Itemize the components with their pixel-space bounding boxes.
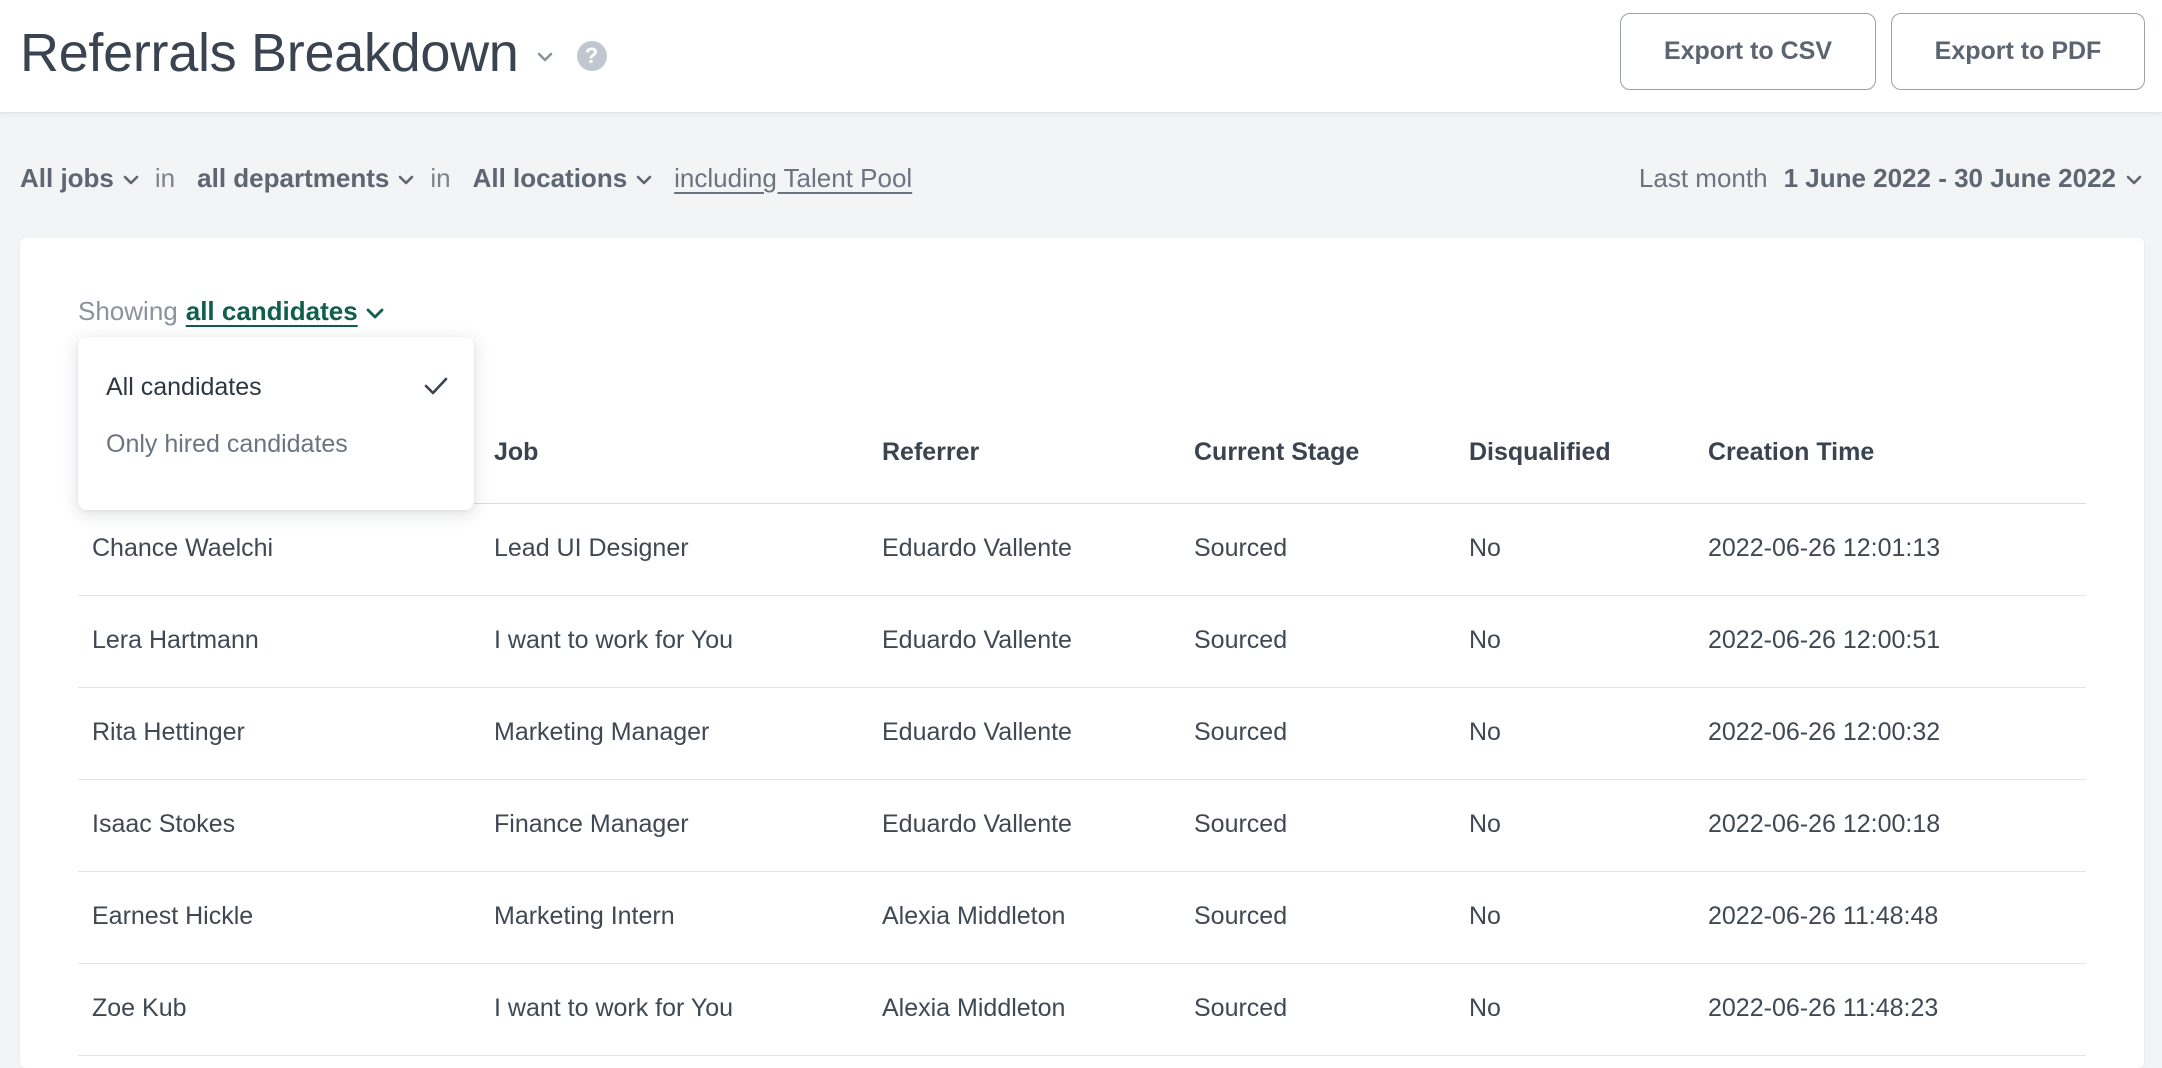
chevron-down-icon (123, 175, 139, 185)
creation-time-cell: 2022-06-26 12:00:51 (1708, 626, 1941, 654)
disqualified-cell: No (1469, 718, 1501, 746)
candidate-name[interactable]: Zoe Kub (92, 994, 187, 1023)
export-csv-button[interactable]: Export to CSV (1620, 13, 1876, 90)
page-title: Referrals Breakdown (20, 23, 519, 83)
chevron-down-icon (366, 308, 384, 319)
referrer-cell: Eduardo Vallente (882, 534, 1072, 562)
table-row[interactable]: Lera Hartmann I want to work for You Edu… (78, 596, 2086, 688)
disqualified-cell: No (1469, 902, 1501, 930)
candidates-filter-dropdown: All candidates Only hired candidates (78, 337, 474, 510)
column-header-referrer[interactable]: Referrer (882, 438, 979, 467)
filter-separator: in (430, 162, 451, 193)
disqualified-cell: No (1469, 626, 1501, 654)
chevron-down-icon (2126, 175, 2142, 185)
creation-time-cell: 2022-06-26 12:00:18 (1708, 810, 1941, 838)
locations-filter[interactable]: All locations (473, 163, 653, 194)
showing-label: Showing (78, 296, 178, 326)
locations-filter-label: All locations (472, 162, 628, 193)
table-row[interactable]: Isaac Stokes Finance Manager Eduardo Val… (78, 780, 2086, 872)
candidate-name[interactable]: Isaac Stokes (92, 810, 235, 839)
stage-cell: Sourced (1194, 810, 1288, 838)
job-cell: Finance Manager (494, 810, 689, 838)
job-cell: Marketing Manager (494, 718, 710, 746)
table-row[interactable]: Zoe Kub I want to work for You Alexia Mi… (78, 964, 2086, 1056)
creation-time-cell: 2022-06-26 12:01:13 (1708, 534, 1941, 562)
stage-cell: Sourced (1194, 534, 1288, 562)
referrer-cell: Eduardo Vallente (882, 810, 1072, 838)
date-range-selector[interactable]: 1 June 2022 - 30 June 2022 (1784, 163, 2142, 194)
referrer-cell: Alexia Middleton (882, 902, 1066, 930)
job-cell: I want to work for You (494, 994, 734, 1022)
candidate-name[interactable]: Earnest Hickle (92, 902, 253, 931)
table-row[interactable]: Chance Waelchi Lead UI Designer Eduardo … (78, 504, 2086, 596)
date-range-label: Last month (1638, 162, 1768, 193)
date-range-value: 1 June 2022 - 30 June 2022 (1783, 162, 2116, 193)
export-pdf-button[interactable]: Export to PDF (1891, 13, 2145, 90)
candidate-name[interactable]: Lera Hartmann (92, 626, 259, 655)
creation-time-cell: 2022-06-26 11:48:48 (1708, 902, 1939, 930)
filter-separator: in (154, 162, 176, 193)
date-range-filter: Last month 1 June 2022 - 30 June 2022 (1639, 158, 2142, 198)
disqualified-cell: No (1469, 810, 1501, 838)
dropdown-option-only-hired[interactable]: Only hired candidates (78, 416, 474, 473)
jobs-filter-label: All jobs (20, 162, 114, 193)
job-cell: I want to work for You (494, 626, 734, 654)
candidates-filter-value: all candidates (185, 296, 358, 326)
jobs-filter[interactable]: All jobs (20, 163, 139, 194)
chevron-down-icon (636, 175, 652, 185)
job-cell: Lead UI Designer (494, 534, 689, 562)
candidates-filter-selector[interactable]: all candidates (186, 296, 384, 327)
chevron-down-icon[interactable] (537, 52, 553, 62)
creation-time-cell: 2022-06-26 11:48:23 (1708, 994, 1939, 1022)
table-row[interactable]: Earnest Hickle Marketing Intern Alexia M… (78, 872, 2086, 964)
showing-filter: Showing all candidates (78, 296, 384, 327)
referrer-cell: Eduardo Vallente (882, 626, 1072, 654)
referrer-cell: Eduardo Vallente (882, 718, 1072, 746)
stage-cell: Sourced (1194, 626, 1288, 654)
column-header-disqualified[interactable]: Disqualified (1469, 438, 1611, 467)
dropdown-option-label: Only hired candidates (106, 430, 348, 458)
column-header-job[interactable]: Job (494, 438, 538, 467)
stage-cell: Sourced (1194, 994, 1288, 1022)
chevron-down-icon (398, 175, 414, 185)
creation-time-cell: 2022-06-26 12:00:32 (1708, 718, 1941, 746)
check-icon (424, 376, 448, 396)
table-row[interactable]: Rita Hettinger Marketing Manager Eduardo… (78, 688, 2086, 780)
help-icon[interactable]: ? (576, 41, 607, 71)
stage-cell: Sourced (1194, 718, 1288, 746)
disqualified-cell: No (1469, 994, 1501, 1022)
candidate-name[interactable]: Chance Waelchi (92, 534, 273, 563)
talent-pool-link[interactable]: including Talent Pool (674, 163, 912, 194)
job-cell: Marketing Intern (494, 902, 675, 930)
column-header-current-stage[interactable]: Current Stage (1194, 438, 1359, 467)
departments-filter[interactable]: all departments (197, 163, 414, 194)
column-header-creation-time[interactable]: Creation Time (1708, 438, 1874, 467)
departments-filter-label: all departments (197, 162, 390, 193)
page-header: Referrals Breakdown ? Export to CSV Expo… (0, 0, 2162, 113)
dropdown-option-all-candidates[interactable]: All candidates (78, 359, 474, 416)
report-title-selector[interactable]: Referrals Breakdown ? (20, 18, 607, 88)
disqualified-cell: No (1469, 534, 1501, 562)
referrer-cell: Alexia Middleton (882, 994, 1066, 1022)
candidate-name[interactable]: Rita Hettinger (92, 718, 245, 747)
dropdown-option-label: All candidates (106, 373, 262, 401)
filter-bar: All jobs in all departments in All locat… (20, 158, 912, 198)
stage-cell: Sourced (1194, 902, 1288, 930)
